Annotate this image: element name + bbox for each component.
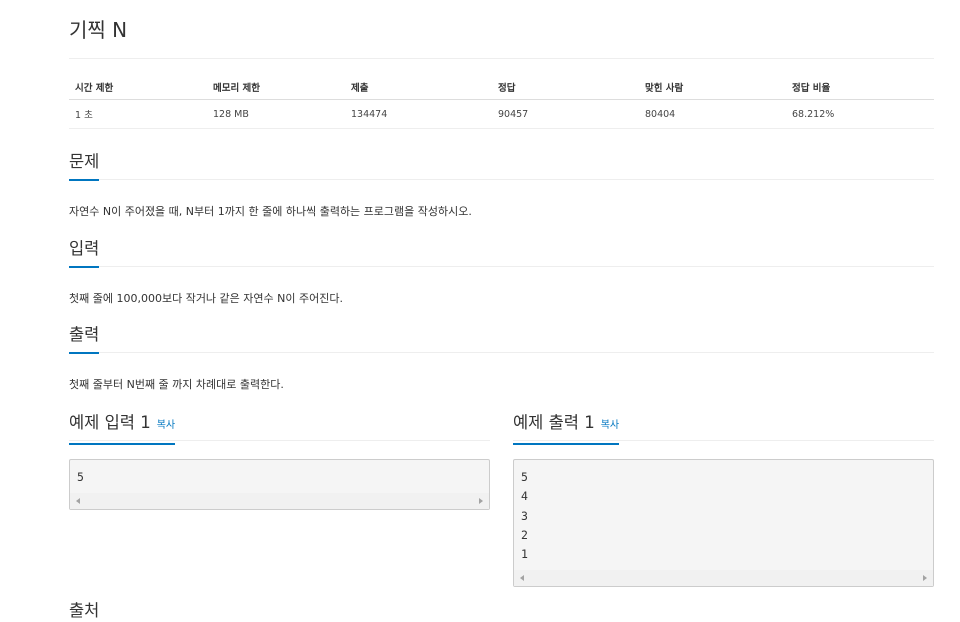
input-text: 첫째 줄에 100,000보다 작거나 같은 자연수 N이 주어진다. (69, 292, 343, 305)
sample-output-lines: 5 4 3 2 1 (514, 460, 933, 564)
sample-input-line: 5 (77, 470, 84, 484)
copy-sample-input-link[interactable]: 복사 (157, 420, 175, 431)
sample-output-scrollbar[interactable] (514, 570, 933, 586)
source-heading: 출처 (69, 601, 100, 620)
header-memory-limit: 메모리 제한 (207, 75, 345, 100)
sample-output-title: 예제 출력 1 (513, 413, 595, 432)
sample-input-section: 예제 입력 1 복사 5 (69, 412, 490, 510)
scroll-left-icon[interactable] (520, 575, 524, 581)
scroll-right-icon[interactable] (479, 498, 483, 504)
sample-input-box[interactable]: 5 (69, 459, 490, 510)
description-section: 문제 자연수 N이 주어졌을 때, N부터 1까지 한 줄에 하나씩 출력하는 … (69, 151, 934, 218)
page-title: 기찍 N (69, 18, 128, 42)
description-divider (69, 179, 934, 180)
copy-sample-output-link[interactable]: 복사 (601, 420, 619, 431)
output-divider (69, 352, 934, 353)
sample-output-line: 3 (521, 508, 528, 523)
output-heading: 출력 (69, 324, 100, 354)
sample-output-line: 1 (521, 547, 528, 562)
input-divider (69, 266, 934, 267)
sample-input-title: 예제 입력 1 (69, 413, 151, 432)
sample-output-section: 예제 출력 1 복사 5 4 3 2 1 (513, 412, 934, 587)
header-solved-users: 맞힌 사람 (639, 75, 786, 100)
memory-limit-value: 128 MB (207, 99, 345, 129)
submissions-value: 134474 (345, 99, 492, 129)
description-text: 자연수 N이 주어졌을 때, N부터 1까지 한 줄에 하나씩 출력하는 프로그… (69, 205, 472, 218)
input-heading: 입력 (69, 238, 100, 268)
output-section: 출력 첫째 줄부터 N번째 줄 까지 차례대로 출력한다. (69, 324, 934, 391)
sample-input-lines: 5 (70, 460, 489, 487)
scroll-right-icon[interactable] (923, 575, 927, 581)
sample-output-box[interactable]: 5 4 3 2 1 (513, 459, 934, 587)
accepted-value: 90457 (492, 99, 639, 129)
input-section: 입력 첫째 줄에 100,000보다 작거나 같은 자연수 N이 주어진다. (69, 238, 934, 305)
sample-output-line: 4 (521, 489, 528, 504)
sample-input-scrollbar[interactable] (70, 493, 489, 509)
sample-output-line: 2 (521, 527, 528, 542)
output-text: 첫째 줄부터 N번째 줄 까지 차례대로 출력한다. (69, 378, 284, 391)
title-divider (69, 58, 934, 59)
problem-info-table: 시간 제한 메모리 제한 제출 정답 맞힌 사람 정답 비율 1 초 128 M… (69, 75, 934, 129)
description-heading: 문제 (69, 151, 100, 181)
table-row: 1 초 128 MB 134474 90457 80404 68.212% (69, 99, 934, 129)
sample-output-line: 5 (521, 470, 528, 484)
sample-input-heading: 예제 입력 1 복사 (69, 412, 176, 445)
sample-output-heading: 예제 출력 1 복사 (513, 412, 620, 445)
header-submissions: 제출 (345, 75, 492, 100)
time-limit-value: 1 초 (69, 99, 207, 129)
scroll-left-icon[interactable] (76, 498, 80, 504)
solved-users-value: 80404 (639, 99, 786, 129)
header-accepted: 정답 (492, 75, 639, 100)
header-time-limit: 시간 제한 (69, 75, 207, 100)
accept-ratio-value: 68.212% (786, 99, 934, 129)
header-accept-ratio: 정답 비율 (786, 75, 934, 100)
table-header-row: 시간 제한 메모리 제한 제출 정답 맞힌 사람 정답 비율 (69, 75, 934, 100)
